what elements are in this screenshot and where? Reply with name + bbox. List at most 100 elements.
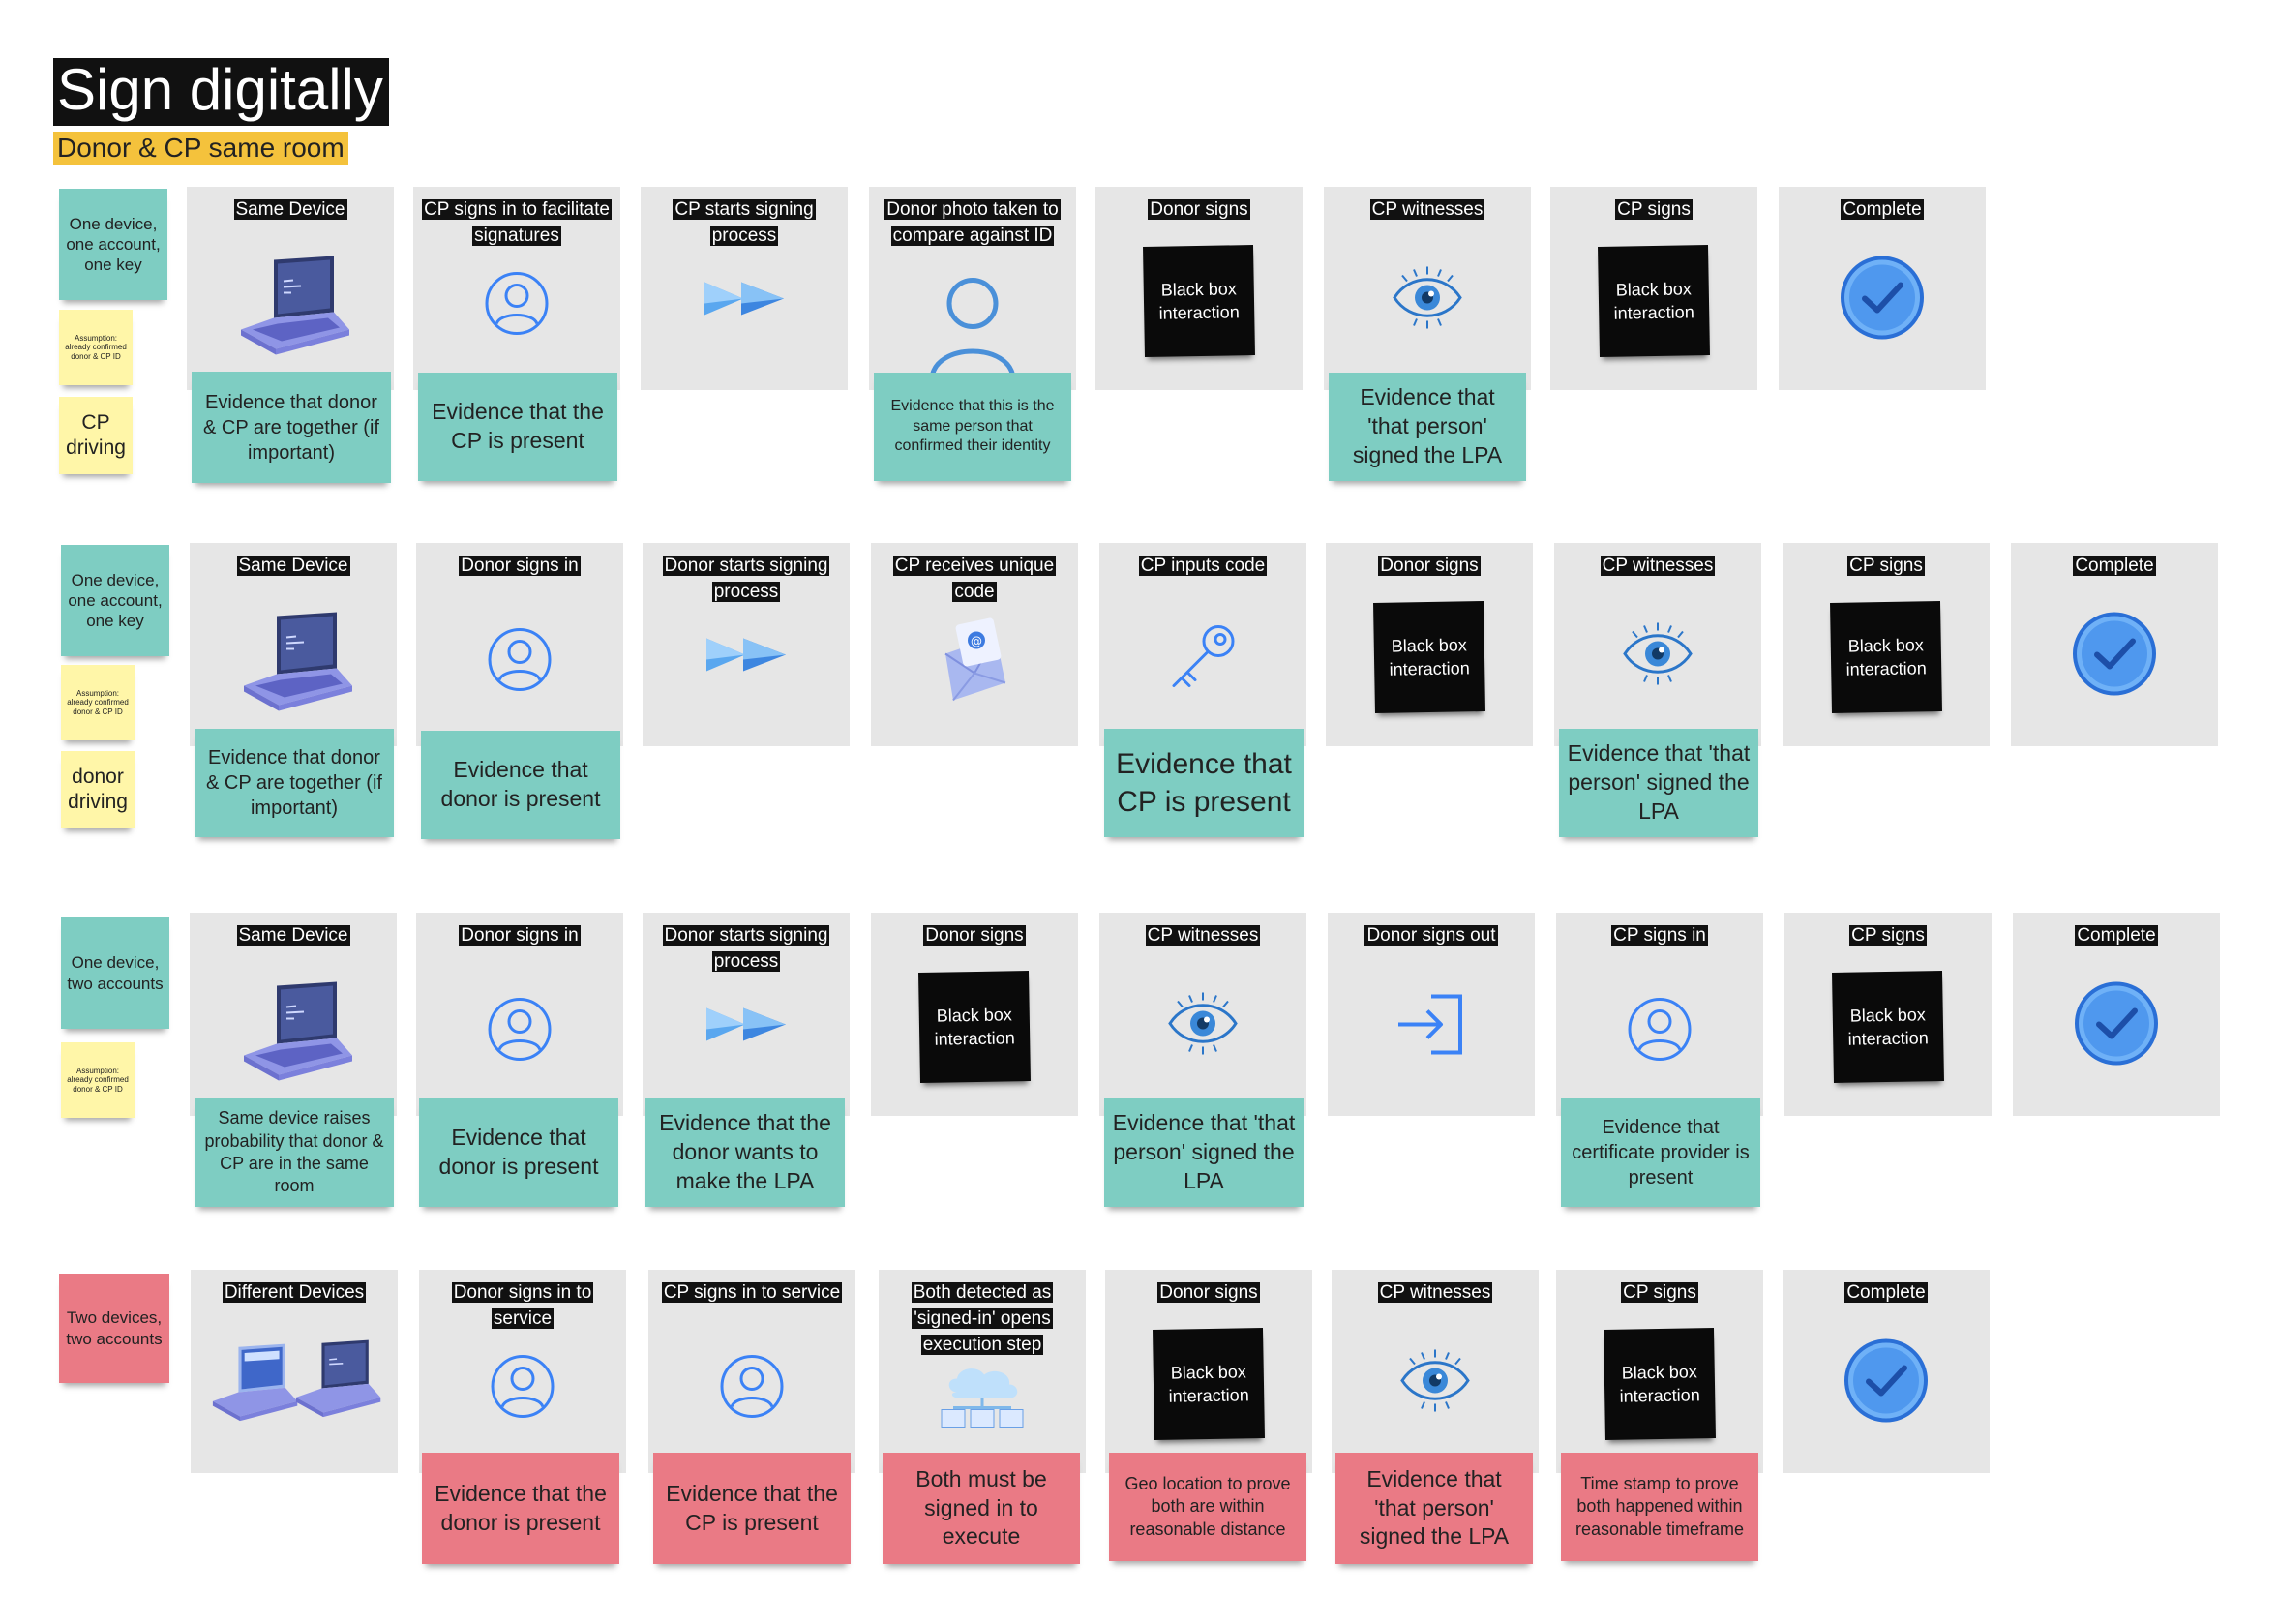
- key-icon: [1164, 620, 1242, 703]
- step-card: Complete: [2013, 913, 2220, 1116]
- step-card: CP inputs code: [1099, 543, 1306, 746]
- eye-icon: [1396, 1347, 1474, 1420]
- evidence-note: Evidence that 'that person' signed the L…: [1335, 1453, 1533, 1564]
- evidence-note: Evidence that donor is present: [419, 1098, 618, 1207]
- step-title: Donor signs: [1157, 1282, 1260, 1303]
- step-title: Complete: [1844, 1282, 1928, 1303]
- row-label: One device, one account, one key: [61, 545, 169, 656]
- step-card: Donor signs in: [416, 913, 623, 1116]
- step-title: Same Device: [233, 199, 347, 220]
- evidence-note: Evidence that 'that person' signed the L…: [1329, 373, 1526, 481]
- driver-note: CP driving: [59, 397, 133, 474]
- evidence-note: Evidence that 'that person' signed the L…: [1104, 1098, 1304, 1207]
- step-title: Donor photo taken to compare against ID: [884, 199, 1061, 246]
- step-card: CP signs Black box interaction: [1784, 913, 1992, 1116]
- step-card: Donor starts signing process: [643, 543, 850, 746]
- step-card: Same Device: [190, 913, 397, 1116]
- step-title: Different Devices: [222, 1282, 367, 1303]
- assumption-note: Assumption: already confirmed donor & CP…: [61, 1042, 135, 1118]
- user-icon: [1626, 996, 1694, 1068]
- step-card: Complete: [2011, 543, 2218, 746]
- step-card: Same Device: [190, 543, 397, 746]
- step-card: CP receives unique code @: [871, 543, 1078, 746]
- step-card: Donor starts signing process: [643, 913, 850, 1116]
- step-title: CP inputs code: [1138, 556, 1268, 576]
- step-card: CP witnesses: [1099, 913, 1306, 1116]
- step-card: Donor photo taken to compare against ID: [869, 187, 1076, 390]
- evidence-note: Evidence that the donor is present: [422, 1453, 619, 1564]
- step-title: Complete: [2073, 556, 2156, 576]
- eye-icon: [1619, 620, 1696, 693]
- step-card: Donor signs Black box interaction: [1105, 1270, 1312, 1473]
- step-card: CP witnesses: [1554, 543, 1761, 746]
- black-box-interaction: Black box interaction: [1830, 601, 1942, 713]
- black-box-interaction: Black box interaction: [1373, 601, 1485, 713]
- step-card: Donor signs in to service: [419, 1270, 626, 1473]
- two-laptops-icon: [202, 1334, 386, 1435]
- check-icon: [2071, 611, 2158, 703]
- step-card: CP signs Black box interaction: [1783, 543, 1990, 746]
- step-title: Donor signs: [1148, 199, 1250, 220]
- step-title: Donor starts signing process: [662, 556, 830, 602]
- step-title: CP signs: [1621, 1282, 1698, 1303]
- step-card: Donor signs in: [416, 543, 623, 746]
- evidence-note: Evidence that donor & CP are together (i…: [192, 372, 391, 483]
- step-card: Donor signs Black box interaction: [1095, 187, 1303, 390]
- step-title: Donor signs in: [459, 556, 581, 576]
- page-title: Sign digitally: [53, 58, 389, 126]
- step-card: CP witnesses: [1332, 1270, 1539, 1473]
- check-icon: [2073, 980, 2160, 1072]
- step-card: Both detected as 'signed-in' opens execu…: [879, 1270, 1086, 1473]
- step-title: Donor signs out: [1364, 925, 1498, 946]
- sign-out-icon: [1393, 991, 1470, 1064]
- evidence-note: Evidence that the donor wants to make th…: [645, 1098, 845, 1207]
- evidence-note: Evidence that CP is present: [1104, 729, 1304, 837]
- person-icon: [924, 275, 1021, 386]
- fast-forward-icon: [703, 631, 790, 684]
- black-box-interaction: Black box interaction: [1598, 245, 1710, 357]
- assumption-note: Assumption: already confirmed donor & CP…: [59, 310, 133, 385]
- step-card: CP signs Black box interaction: [1550, 187, 1757, 390]
- step-title: CP receives unique code: [892, 556, 1057, 602]
- evidence-note: Evidence that donor is present: [421, 731, 620, 839]
- step-title: CP signs: [1849, 925, 1927, 946]
- fast-forward-icon: [703, 1001, 790, 1054]
- row-label: One device, two accounts: [61, 917, 169, 1029]
- step-title: CP signs: [1847, 556, 1925, 576]
- laptop-icon: [230, 609, 356, 720]
- step-title: Donor signs in to service: [451, 1282, 594, 1329]
- step-title: Same Device: [236, 556, 350, 576]
- evidence-note: Evidence that certificate provider is pr…: [1561, 1098, 1760, 1207]
- row-label: One device, one account, one key: [59, 189, 167, 300]
- user-icon: [486, 996, 554, 1068]
- step-title: CP signs: [1615, 199, 1693, 220]
- laptop-icon: [230, 978, 356, 1090]
- step-title: Donor starts signing process: [662, 925, 830, 972]
- black-box-interaction: Black box interaction: [918, 971, 1031, 1083]
- black-box-interaction: Black box interaction: [1143, 245, 1255, 357]
- step-title: CP signs in: [1611, 925, 1708, 946]
- evidence-note: Same device raises probability that dono…: [195, 1098, 394, 1207]
- step-card: Same Device: [187, 187, 394, 390]
- black-box-interaction: Black box interaction: [1604, 1328, 1716, 1440]
- step-card: CP signs in to service: [648, 1270, 855, 1473]
- user-icon: [489, 1353, 556, 1426]
- step-card: CP signs in: [1556, 913, 1763, 1116]
- user-icon: [486, 626, 554, 699]
- evidence-note: Evidence that the CP is present: [418, 373, 617, 481]
- step-title: CP signs in to service: [661, 1282, 843, 1303]
- step-card: Complete: [1783, 1270, 1990, 1473]
- step-title: Same Device: [236, 925, 350, 946]
- step-title: Complete: [1841, 199, 1924, 220]
- step-title: CP witnesses: [1600, 556, 1716, 576]
- evidence-note: Geo location to prove both are within re…: [1109, 1453, 1306, 1561]
- driver-note: donor driving: [61, 751, 135, 828]
- step-title: CP witnesses: [1377, 1282, 1493, 1303]
- step-card: Donor signs Black box interaction: [1326, 543, 1533, 746]
- check-icon: [1839, 255, 1926, 346]
- black-box-interaction: Black box interaction: [1832, 971, 1944, 1083]
- step-card: Different Devices: [191, 1270, 398, 1473]
- step-card: CP signs in to facilitate signatures: [413, 187, 620, 390]
- step-title: Donor signs: [1378, 556, 1481, 576]
- page-subtitle: Donor & CP same room: [53, 132, 348, 165]
